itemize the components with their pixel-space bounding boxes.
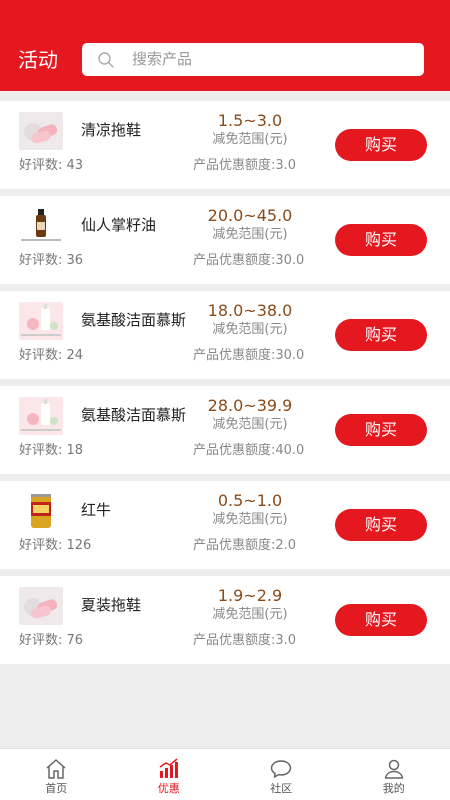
product-name: 夏装拖鞋: [81, 596, 142, 614]
tab-label: 首页: [45, 782, 68, 795]
price-range: 20.0~45.0: [207, 206, 293, 225]
rating-count: 好评数: 76: [19, 633, 84, 648]
buy-button[interactable]: 购买: [335, 224, 427, 256]
product-list: 清凉拖鞋 好评数: 43 1.5~3.0 减免范围(元) 产品优惠额度:3.0 …: [0, 101, 450, 671]
product-name: 清凉拖鞋: [81, 121, 142, 139]
tab-community[interactable]: 社区: [225, 749, 338, 800]
tab-label: 社区: [270, 782, 293, 795]
buy-button[interactable]: 购买: [335, 509, 427, 541]
product-card: 氨基酸洁面慕斯 好评数: 18 28.0~39.9 减免范围(元) 产品优惠额度…: [0, 386, 450, 474]
search-placeholder: 搜索产品: [132, 50, 193, 68]
product-card: 夏装拖鞋 好评数: 76 1.9~2.9 减免范围(元) 产品优惠额度:3.0 …: [0, 576, 450, 664]
price-range-label: 减免范围(元): [212, 227, 288, 242]
cleanser-image[interactable]: [19, 397, 63, 435]
tab-deals[interactable]: 优惠: [113, 749, 226, 800]
price-range: 18.0~38.0: [207, 301, 293, 320]
price-range-label: 减免范围(元): [212, 607, 288, 622]
price-range: 28.0~39.9: [207, 396, 293, 415]
rating-count: 好评数: 43: [19, 158, 84, 173]
rating-count: 好评数: 36: [19, 253, 84, 268]
product-name: 氨基酸洁面慕斯: [81, 406, 187, 424]
bottom-tab-bar: 首页 优惠 社区 我的: [0, 748, 450, 800]
price-range: 1.5~3.0: [217, 111, 283, 130]
price-range-label: 减免范围(元): [212, 512, 288, 527]
discount-amount: 产品优惠额度:30.0: [193, 253, 305, 268]
search-input[interactable]: 搜索产品: [82, 43, 424, 76]
price-range: 0.5~1.0: [217, 491, 283, 510]
product-name: 红牛: [81, 501, 112, 519]
tab-home[interactable]: 首页: [0, 749, 113, 800]
product-card: 清凉拖鞋 好评数: 43 1.5~3.0 减免范围(元) 产品优惠额度:3.0 …: [0, 101, 450, 189]
slipper-image[interactable]: [19, 112, 63, 150]
search-icon: [98, 52, 114, 68]
price-range-label: 减免范围(元): [212, 132, 288, 147]
buy-button[interactable]: 购买: [335, 319, 427, 351]
oil-bottle-image[interactable]: [19, 207, 63, 245]
chat-icon: [271, 760, 292, 778]
price-range-label: 减免范围(元): [212, 417, 288, 432]
energy-drink-can-image[interactable]: [19, 492, 63, 530]
product-card: 氨基酸洁面慕斯 好评数: 24 18.0~38.0 减免范围(元) 产品优惠额度…: [0, 291, 450, 379]
top-bar: 活动 搜索产品: [0, 0, 450, 91]
rating-count: 好评数: 126: [19, 538, 92, 553]
price-range-label: 减免范围(元): [212, 322, 288, 337]
product-card: 红牛 好评数: 126 0.5~1.0 减免范围(元) 产品优惠额度:2.0 购…: [0, 481, 450, 569]
price-range: 1.9~2.9: [217, 586, 283, 605]
user-icon: [384, 759, 403, 779]
buy-button[interactable]: 购买: [335, 604, 427, 636]
slipper-image[interactable]: [19, 587, 63, 625]
product-name: 氨基酸洁面慕斯: [81, 311, 187, 329]
discount-amount: 产品优惠额度:40.0: [193, 443, 305, 458]
cleanser-image[interactable]: [19, 302, 63, 340]
discount-amount: 产品优惠额度:2.0: [193, 538, 297, 553]
tab-mine[interactable]: 我的: [338, 749, 450, 800]
buy-button[interactable]: 购买: [335, 414, 427, 446]
chart-icon: [159, 758, 178, 778]
product-card: 仙人掌籽油 好评数: 36 20.0~45.0 减免范围(元) 产品优惠额度:3…: [0, 196, 450, 284]
rating-count: 好评数: 24: [19, 348, 84, 363]
home-icon: [46, 759, 66, 779]
discount-amount: 产品优惠额度:3.0: [193, 633, 297, 648]
tab-label: 优惠: [157, 782, 180, 795]
discount-amount: 产品优惠额度:30.0: [193, 348, 305, 363]
page-title: 活动: [18, 48, 58, 72]
buy-button[interactable]: 购买: [335, 129, 427, 161]
tab-label: 我的: [382, 782, 405, 795]
product-name: 仙人掌籽油: [81, 216, 157, 234]
rating-count: 好评数: 18: [19, 443, 84, 458]
discount-amount: 产品优惠额度:3.0: [193, 158, 297, 173]
